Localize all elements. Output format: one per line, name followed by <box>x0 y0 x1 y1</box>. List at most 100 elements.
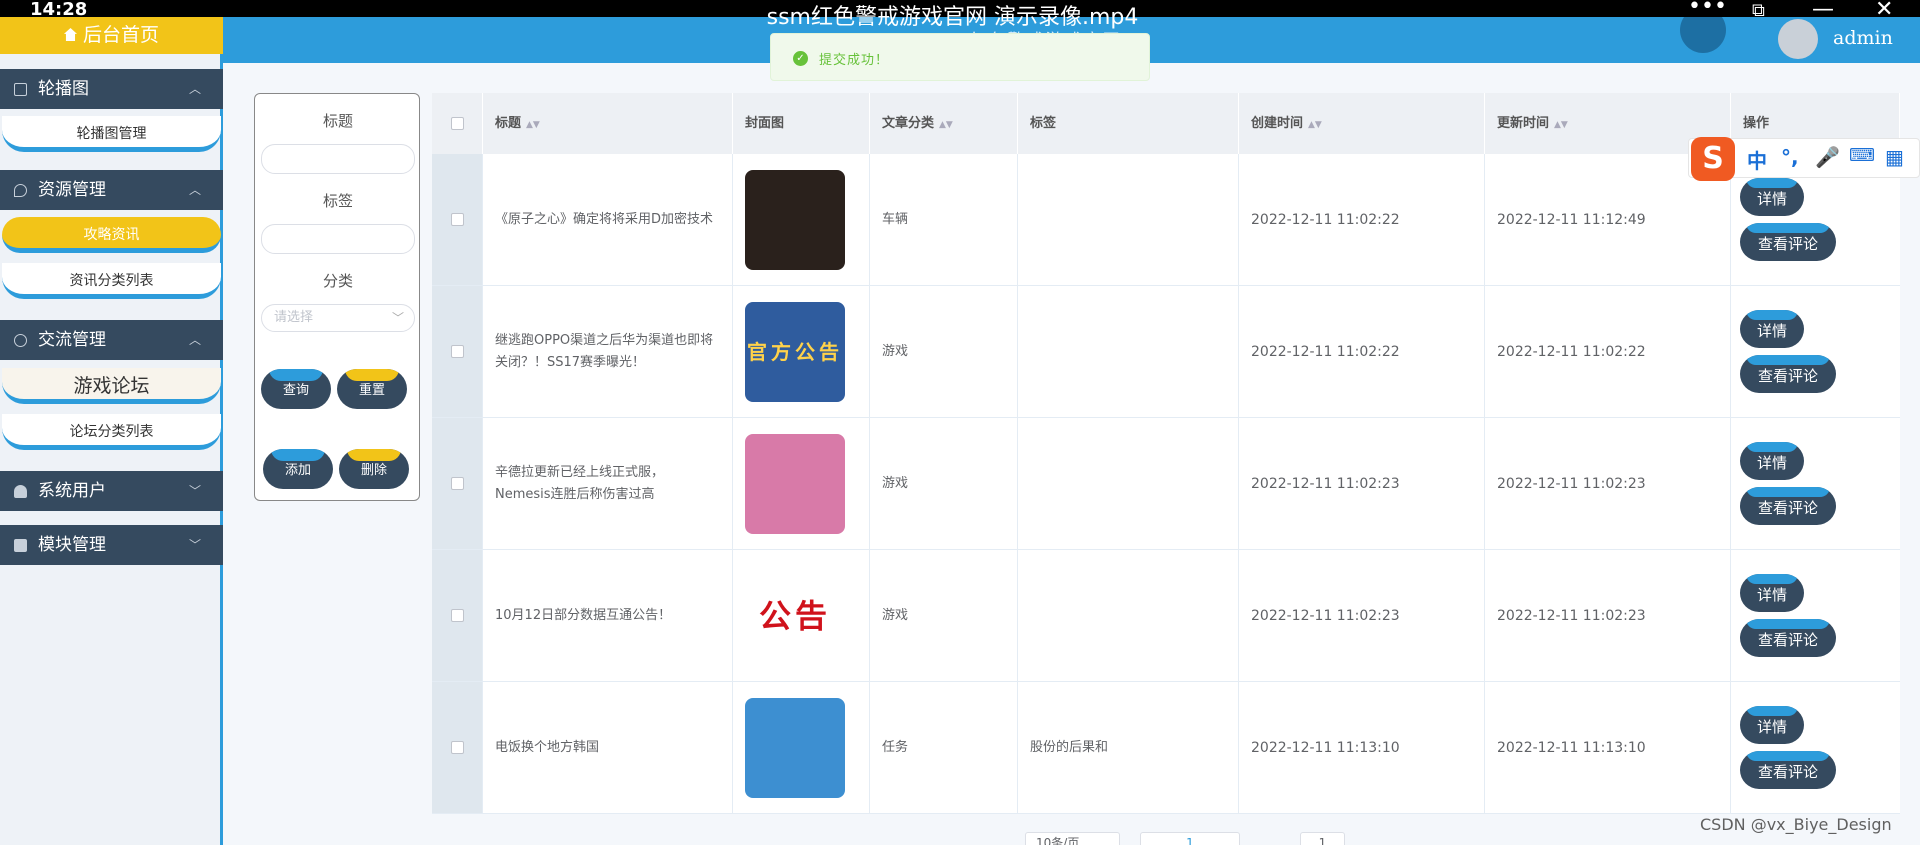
detail-button[interactable]: 详情 <box>1740 310 1804 348</box>
row-checkbox[interactable] <box>451 345 464 358</box>
video-title: ssm红色警戒游戏官网 演示录像.mp4 <box>766 5 1139 30</box>
chevron-down-icon: ﹀ <box>391 311 404 325</box>
cover-image[interactable]: 官方公告 <box>745 301 845 402</box>
toast-message: 提交成功！ <box>819 53 890 68</box>
select-all-cell <box>432 93 483 154</box>
goto-page-input[interactable]: 1 <box>1300 832 1345 845</box>
sidebar-group-label: 轮播图 <box>38 79 89 99</box>
cell-title: 辛德拉更新已经上线正式服，Nemesis连胜后称伤害过高 <box>483 418 733 549</box>
row-checkbox[interactable] <box>451 741 464 754</box>
cell-category: 车辆 <box>870 154 1018 285</box>
sidebar-item-forum[interactable]: 游戏论坛 <box>2 368 221 404</box>
cell-tag <box>1018 286 1239 417</box>
sidebar-group-label: 交流管理 <box>38 330 106 350</box>
view-comments-button[interactable]: 查看评论 <box>1740 355 1836 393</box>
articles-table: 标题 ▲▼ 封面图 文章分类 ▲▼ 标签 创建时间 ▲▼ 更新时间 ▲▼ 操作 《原子之… <box>432 93 1900 814</box>
cover-image[interactable] <box>745 433 845 534</box>
page-size-select[interactable]: 10条/页 <box>1025 832 1120 845</box>
row-select-cell <box>432 154 483 285</box>
user-icon <box>14 485 27 498</box>
cell-updated: 2022-12-11 11:02:23 <box>1485 418 1731 549</box>
sort-icon[interactable]: ▲▼ <box>939 120 953 130</box>
title-input[interactable] <box>261 144 415 174</box>
cell-tag: 股份的后果和 <box>1018 682 1239 813</box>
cover-image[interactable] <box>745 169 845 270</box>
sidebar-group-communication[interactable]: 交流管理 ︿ <box>0 320 223 360</box>
grid-icon <box>14 539 27 552</box>
cover-image[interactable]: 公告 <box>745 565 845 666</box>
row-select-cell <box>432 550 483 681</box>
cell-cover: 官方公告 <box>733 286 870 417</box>
tag-input[interactable] <box>261 224 415 254</box>
location-icon <box>14 184 27 197</box>
sidebar-group-carousel[interactable]: 轮播图 ︿ <box>0 69 223 109</box>
chevron-up-icon: ︿ <box>188 183 201 197</box>
punctuation-icon[interactable]: °, <box>1781 145 1799 169</box>
view-comments-button[interactable]: 查看评论 <box>1740 751 1836 789</box>
title-label: 标题 <box>322 112 353 130</box>
header-title[interactable]: 标题 ▲▼ <box>483 93 733 154</box>
row-select-cell <box>432 682 483 813</box>
category-label: 分类 <box>322 272 353 290</box>
detail-button[interactable]: 详情 <box>1740 706 1804 744</box>
row-checkbox[interactable] <box>451 477 464 490</box>
header-category[interactable]: 文章分类 ▲▼ <box>870 93 1018 154</box>
cell-updated: 2022-12-11 11:13:10 <box>1485 682 1731 813</box>
query-button[interactable]: 查询 <box>261 369 331 409</box>
row-checkbox[interactable] <box>451 609 464 622</box>
detail-button[interactable]: 详情 <box>1740 178 1804 216</box>
detail-button[interactable]: 详情 <box>1740 442 1804 480</box>
cell-cover <box>733 682 870 813</box>
sidebar-item-forum-categories[interactable]: 论坛分类列表 <box>2 414 221 450</box>
cell-category: 游戏 <box>870 550 1018 681</box>
category-select[interactable]: 请选择 ﹀ <box>261 304 415 332</box>
cell-cover <box>733 418 870 549</box>
tag-label: 标签 <box>322 192 353 210</box>
watermark: CSDN @vx_Biye_Design <box>1700 815 1892 834</box>
chevron-down-icon: ﹀ <box>188 484 201 498</box>
reset-button[interactable]: 重置 <box>337 369 407 409</box>
keyboard-icon[interactable]: ⌨ <box>1849 145 1875 166</box>
view-comments-button[interactable]: 查看评论 <box>1740 487 1836 525</box>
sidebar-group-modules[interactable]: 模块管理 ﹀ <box>0 525 223 565</box>
sort-icon[interactable]: ▲▼ <box>1554 120 1568 130</box>
view-comments-button[interactable]: 查看评论 <box>1740 619 1836 657</box>
current-page[interactable]: 1 <box>1140 832 1240 845</box>
toolbox-icon[interactable]: ▦ <box>1885 145 1904 169</box>
ime-mode[interactable]: 中 <box>1747 145 1767 174</box>
microphone-icon[interactable]: 🎤 <box>1815 145 1840 169</box>
sidebar-item-news-categories[interactable]: 资讯分类列表 <box>2 263 221 299</box>
cell-actions: 详情 查看评论 <box>1740 286 1900 417</box>
detail-button[interactable]: 详情 <box>1740 574 1804 612</box>
header-created[interactable]: 创建时间 ▲▼ <box>1239 93 1485 154</box>
sidebar-group-label: 模块管理 <box>38 535 106 555</box>
table-row: 《原子之心》确定将将采用D加密技术 车辆 2022-12-11 11:02:22 20… <box>432 154 1900 286</box>
picture-in-picture-icon[interactable]: ⧉ <box>1752 0 1765 21</box>
sogou-logo-icon[interactable]: S <box>1691 137 1735 181</box>
delete-button[interactable]: 删除 <box>339 449 409 489</box>
view-comments-button[interactable]: 查看评论 <box>1740 223 1836 261</box>
sidebar-group-resources[interactable]: 资源管理 ︿ <box>0 170 223 210</box>
ime-toolbar: S 中 °, 🎤 ⌨ ▦ <box>1688 137 1920 181</box>
minimize-icon[interactable]: — <box>1812 0 1834 22</box>
category-placeholder: 请选择 <box>274 310 314 325</box>
row-checkbox[interactable] <box>451 213 464 226</box>
cover-caption: 官方公告 <box>747 339 843 364</box>
cover-image[interactable] <box>745 697 845 798</box>
chat-icon <box>14 334 27 347</box>
chevron-up-icon: ︿ <box>188 333 201 347</box>
add-button[interactable]: 添加 <box>263 449 333 489</box>
sort-icon[interactable]: ▲▼ <box>526 120 540 130</box>
close-icon[interactable]: ✕ <box>1875 0 1893 22</box>
cell-cover: 公告 <box>733 550 870 681</box>
more-icon[interactable]: ••• <box>1688 0 1727 19</box>
cell-tag <box>1018 550 1239 681</box>
sidebar-group-label: 系统用户 <box>38 481 106 501</box>
sidebar-item-guides[interactable]: 攻略资讯 <box>2 217 221 253</box>
sidebar-group-label: 资源管理 <box>38 180 106 200</box>
sidebar-group-users[interactable]: 系统用户 ﹀ <box>0 471 223 511</box>
sort-icon[interactable]: ▲▼ <box>1308 120 1322 130</box>
video-player-bar: 14:28 ssm红色警戒游戏官网 演示录像.mp4 ✕ — ⧉ ••• <box>0 0 1920 30</box>
select-all-checkbox[interactable] <box>451 117 464 130</box>
sidebar-item-carousel-manage[interactable]: 轮播图管理 <box>2 116 221 152</box>
